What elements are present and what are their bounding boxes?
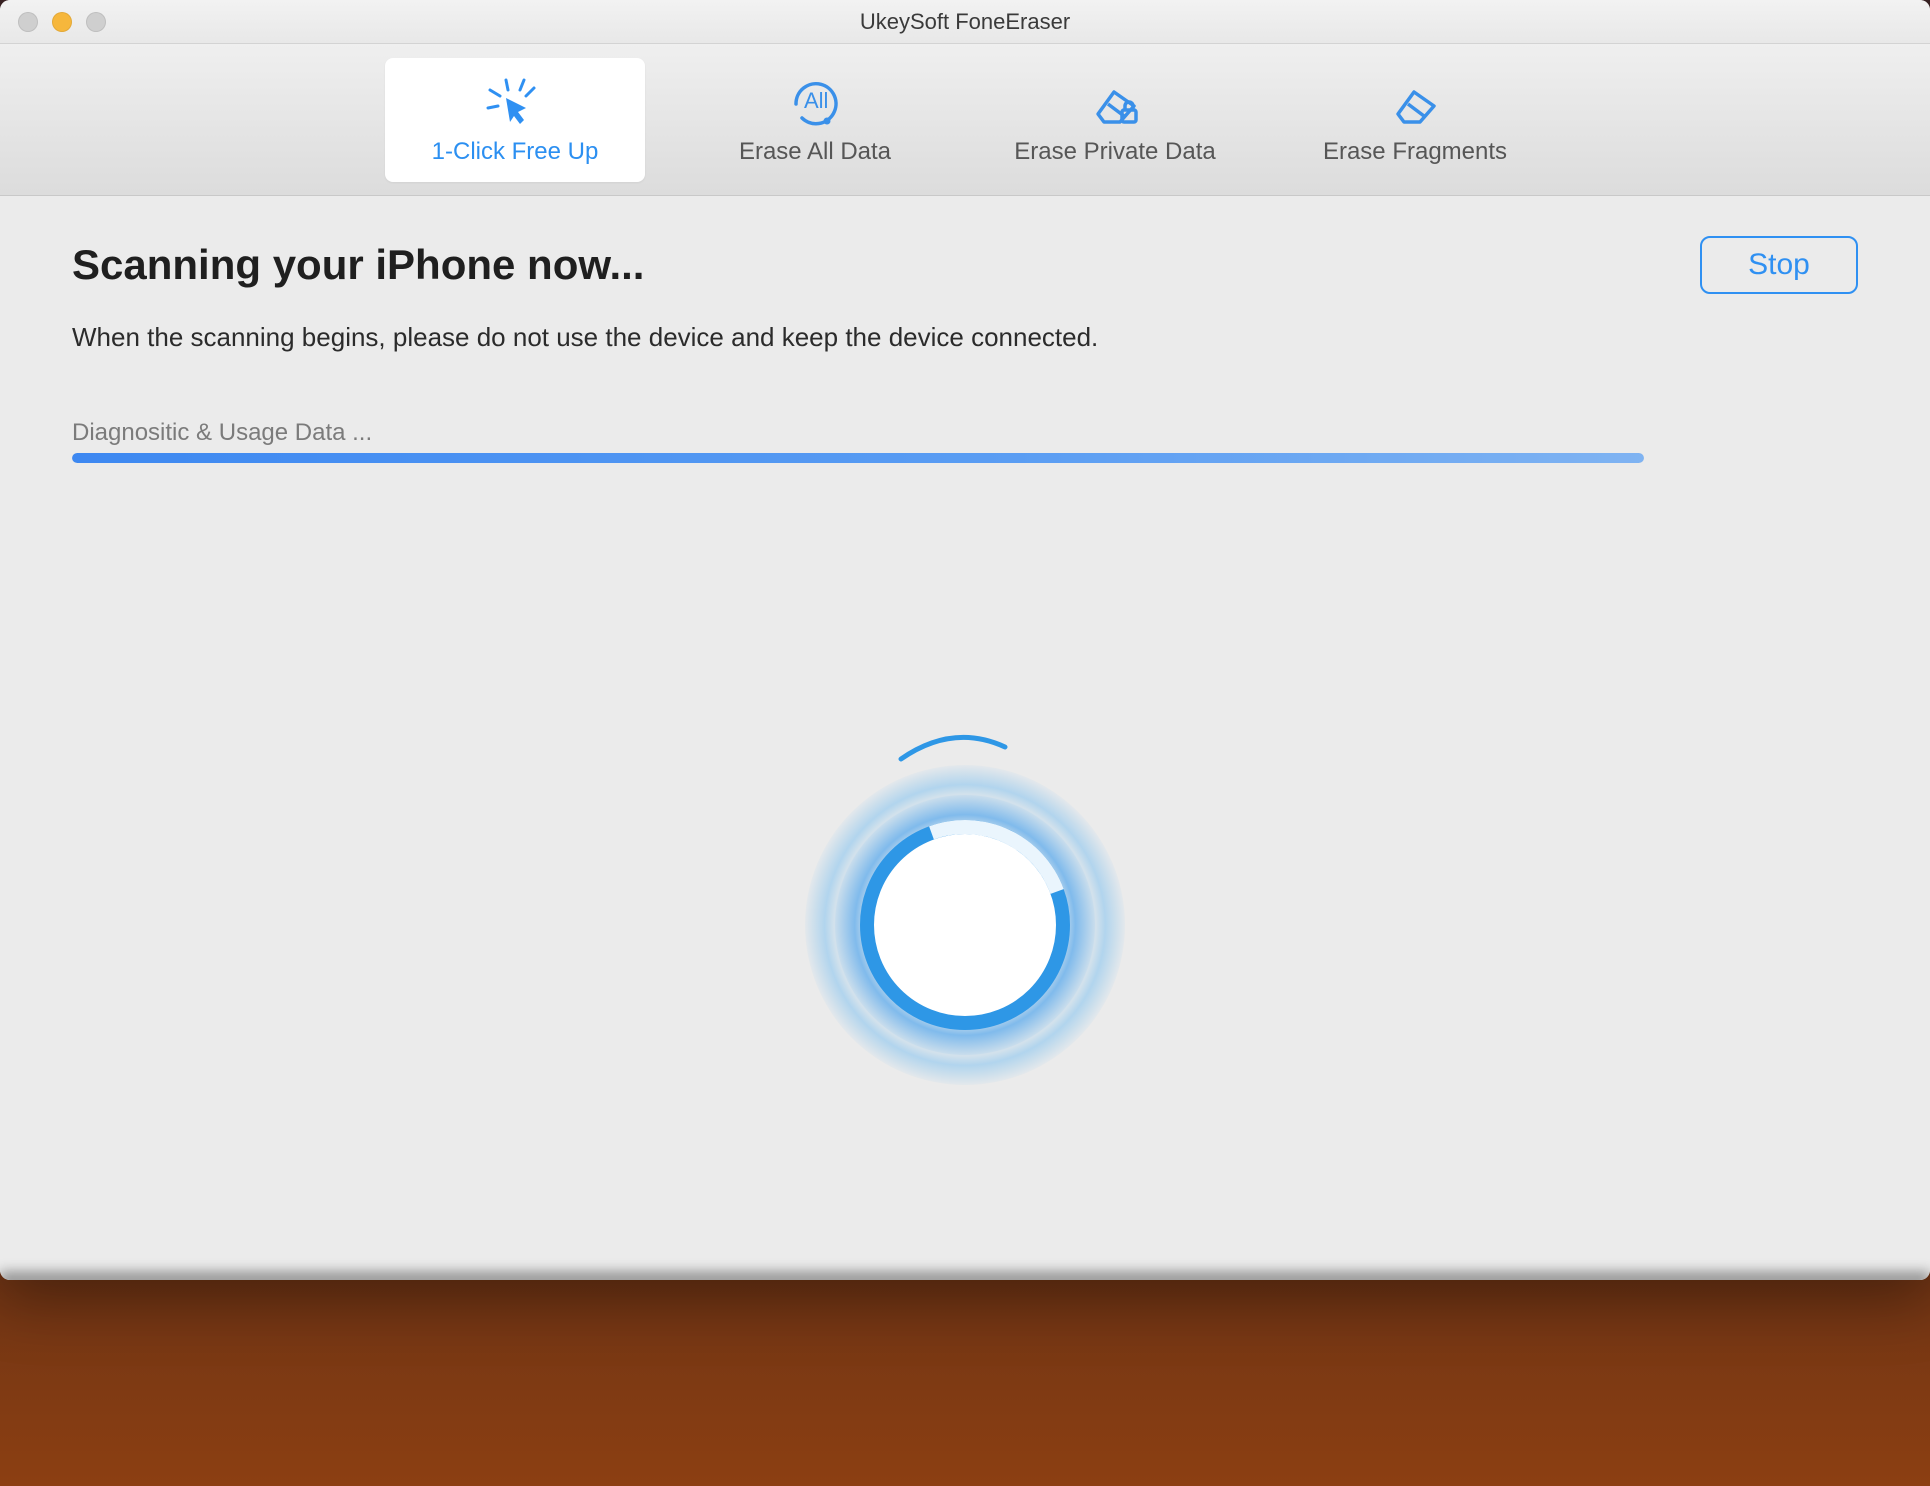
- toolbar: 1-Click Free Up All Erase All Data: [0, 44, 1930, 196]
- svg-text:All: All: [804, 88, 828, 113]
- erase-all-icon: All: [780, 74, 850, 128]
- page-heading: Scanning your iPhone now...: [72, 241, 644, 289]
- spinner-wisp-icon: [893, 729, 1013, 769]
- zoom-dot[interactable]: [86, 12, 106, 32]
- progress-section: Diagnositic & Usage Data ...: [72, 419, 1858, 463]
- eraser-lock-icon: [1080, 74, 1150, 128]
- progress-fill: [72, 453, 1644, 463]
- main-content: Scanning your iPhone now... Stop When th…: [0, 196, 1930, 1280]
- progress-bar: [72, 453, 1644, 463]
- tab-erase-all-data[interactable]: All Erase All Data: [685, 58, 945, 182]
- tab-label: Erase Fragments: [1323, 138, 1507, 166]
- tab-erase-private-data[interactable]: Erase Private Data: [985, 58, 1245, 182]
- tab-erase-fragments[interactable]: Erase Fragments: [1285, 58, 1545, 182]
- window-shadow: [0, 1272, 1930, 1280]
- tab-label: Erase All Data: [739, 138, 891, 166]
- tab-label: 1-Click Free Up: [432, 138, 599, 166]
- scan-spinner: [785, 745, 1145, 1105]
- progress-label: Diagnositic & Usage Data ...: [72, 419, 1858, 447]
- tab-1-click-free-up[interactable]: 1-Click Free Up: [385, 58, 645, 182]
- tab-label: Erase Private Data: [1014, 138, 1215, 166]
- app-window: UkeySoft FoneEraser 1-Click Free Up: [0, 0, 1930, 1280]
- cursor-click-icon: [480, 74, 550, 128]
- close-dot[interactable]: [18, 12, 38, 32]
- page-subheading: When the scanning begins, please do not …: [72, 322, 1858, 353]
- window-controls: [0, 12, 106, 32]
- titlebar: UkeySoft FoneEraser: [0, 0, 1930, 44]
- minimize-dot[interactable]: [52, 12, 72, 32]
- eraser-icon: [1380, 74, 1450, 128]
- heading-row: Scanning your iPhone now... Stop: [72, 236, 1858, 294]
- window-title: UkeySoft FoneEraser: [0, 9, 1930, 35]
- stop-button-label: Stop: [1748, 248, 1810, 282]
- stop-button[interactable]: Stop: [1700, 236, 1858, 294]
